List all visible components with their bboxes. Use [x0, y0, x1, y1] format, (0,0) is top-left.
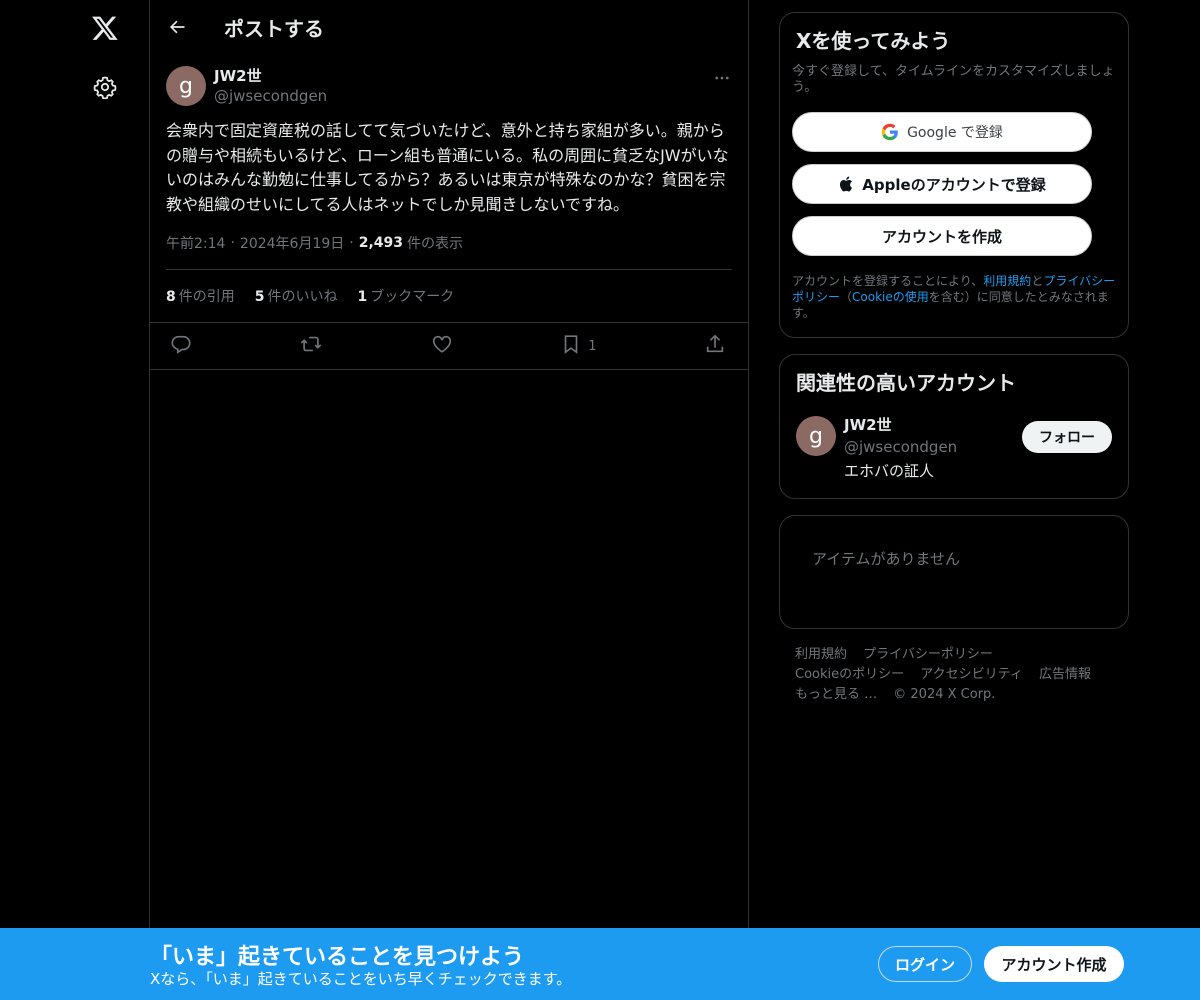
- footer-privacy-link[interactable]: プライバシーポリシー: [863, 647, 993, 662]
- apple-signup-button[interactable]: Appleのアカウントで登録: [792, 164, 1092, 204]
- footer-more-link[interactable]: もっと見る …: [795, 687, 877, 702]
- related-account[interactable]: g JW2世 @jwsecondgen エホバの証人 フォロー: [796, 414, 1112, 482]
- page-title: ポストする: [224, 16, 324, 41]
- empty-text: アイテムがありません: [812, 550, 961, 568]
- footer-accessibility-link[interactable]: アクセシビリティ: [920, 667, 1023, 682]
- signup-card: Xを使ってみよう 今すぐ登録して、タイムラインをカスタマイズしましょう。 Goo…: [779, 12, 1129, 338]
- bookmark-button[interactable]: 1: [560, 333, 597, 359]
- gear-icon[interactable]: [91, 73, 119, 101]
- post-actions: 1: [150, 322, 748, 370]
- footer-links: 利用規約 プライバシーポリシー Cookieのポリシー アクセシビリティ 広告情…: [779, 629, 1129, 721]
- avatar[interactable]: g: [166, 66, 206, 106]
- signup-subtitle: 今すぐ登録して、タイムラインをカスタマイズしましょう。: [792, 64, 1115, 95]
- account-handle[interactable]: @jwsecondgen: [844, 436, 957, 458]
- stat-quotes[interactable]: 8 件の引用: [166, 286, 235, 306]
- footer-cookie-link[interactable]: Cookieのポリシー: [795, 667, 904, 682]
- apple-icon: [838, 175, 856, 193]
- like-button[interactable]: [431, 333, 453, 359]
- bottom-signup-banner: 「いま」起きていることを見つけよう Xなら、「いま」起きていることをいち早くチェ…: [0, 928, 1200, 1000]
- post-stats: 8 件の引用 5 件のいいね 1 ブックマーク: [166, 270, 732, 322]
- left-nav: [0, 0, 150, 1000]
- account-name[interactable]: JW2世: [844, 414, 957, 436]
- like-icon: [431, 333, 453, 359]
- repost-icon: [299, 333, 323, 359]
- stat-bookmarks[interactable]: 1 ブックマーク: [358, 286, 455, 306]
- follow-button[interactable]: フォロー: [1022, 421, 1112, 453]
- related-title: 関連性の高いアカウント: [796, 371, 1016, 395]
- footer-terms-link[interactable]: 利用規約: [795, 647, 847, 662]
- share-icon: [704, 333, 726, 359]
- signup-button[interactable]: アカウント作成: [984, 946, 1124, 982]
- display-name[interactable]: JW2世: [214, 66, 327, 86]
- post-time[interactable]: 午前2:14: [166, 233, 225, 253]
- terms-link[interactable]: 利用規約: [983, 274, 1031, 288]
- banner-subtitle: Xなら、「いま」起きていることをいち早くチェックできます。: [150, 970, 572, 988]
- related-accounts-card: 関連性の高いアカウント g JW2世 @jwsecondgen エホバの証人 フ…: [779, 354, 1129, 499]
- bookmark-count: 1: [588, 338, 597, 354]
- reply-button[interactable]: [170, 333, 192, 359]
- footer-ads-link[interactable]: 広告情報: [1039, 667, 1091, 682]
- x-logo-icon[interactable]: [89, 12, 121, 44]
- signup-buttons: Google で登録 Appleのアカウントで登録 アカウントを作成: [792, 112, 1116, 256]
- meta-dot: ·: [349, 235, 354, 251]
- views-label: 件の表示: [407, 236, 464, 252]
- post: g JW2世 @jwsecondgen 会衆内で固定資産税の話してて気づいたけど…: [150, 54, 748, 370]
- bookmark-icon: [560, 333, 582, 359]
- post-author: g JW2世 @jwsecondgen: [166, 54, 732, 110]
- account-bio: エホバの証人: [844, 462, 935, 480]
- post-text: 会衆内で固定資産税の話してて気づいたけど、意外と持ち家組が多い。親からの贈与や相…: [166, 121, 729, 214]
- empty-card: アイテムがありません: [779, 515, 1129, 629]
- signup-title: Xを使ってみよう: [796, 29, 951, 53]
- main-column: ポストする g JW2世 @jwsecondgen 会衆内で固定資産税の話してて…: [149, 0, 749, 1000]
- meta-dot: ·: [230, 235, 235, 251]
- cookie-link[interactable]: Cookieの使用: [852, 290, 929, 304]
- post-date[interactable]: 2024年6月19日: [240, 233, 344, 253]
- legal-text: アカウントを登録することにより、利用規約とプライバシーポリシー（Cookieの使…: [792, 274, 1116, 320]
- account-info: JW2世 @jwsecondgen エホバの証人: [844, 414, 957, 482]
- author-names: JW2世 @jwsecondgen: [214, 66, 327, 106]
- google-icon: [881, 123, 899, 141]
- google-signup-button[interactable]: Google で登録: [792, 112, 1092, 152]
- repost-button[interactable]: [299, 333, 323, 359]
- reply-icon: [170, 333, 192, 359]
- page-header: ポストする: [150, 0, 748, 54]
- stat-likes[interactable]: 5 件のいいね: [255, 286, 338, 306]
- more-icon[interactable]: [712, 68, 732, 88]
- post-meta: 午前2:14 · 2024年6月19日 · 2,493 件の表示: [166, 233, 732, 253]
- create-account-button[interactable]: アカウントを作成: [792, 216, 1092, 256]
- back-arrow-icon[interactable]: [166, 16, 188, 38]
- footer-copyright: © 2024 X Corp.: [893, 687, 996, 702]
- views-count: 2,493: [358, 235, 404, 251]
- login-button[interactable]: ログイン: [878, 946, 972, 982]
- share-button[interactable]: [704, 333, 726, 359]
- right-sidebar: Xを使ってみよう 今すぐ登録して、タイムラインをカスタマイズしましょう。 Goo…: [779, 0, 1129, 721]
- banner-title: 「いま」起きていることを見つけよう: [150, 945, 525, 970]
- avatar[interactable]: g: [796, 416, 836, 456]
- handle[interactable]: @jwsecondgen: [214, 86, 327, 106]
